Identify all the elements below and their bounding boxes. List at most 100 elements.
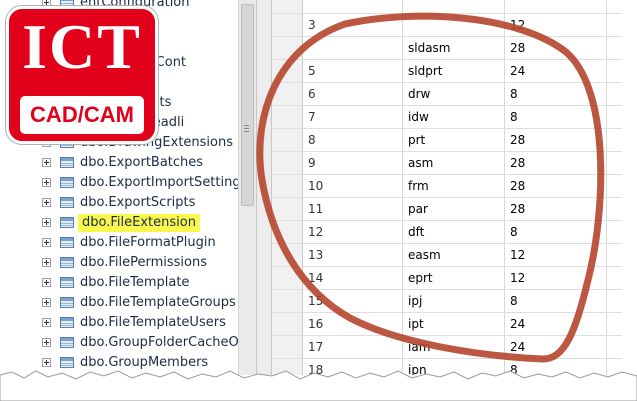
expand-plus-icon[interactable] <box>42 298 51 307</box>
page-torn-edge <box>0 370 637 401</box>
row-number: 15 <box>308 294 324 308</box>
extension-cell: sldasm <box>408 41 451 55</box>
row-number: 13 <box>308 248 324 262</box>
value-cell: 8 <box>510 225 518 239</box>
table-icon <box>60 177 74 188</box>
row-number: 11 <box>308 202 324 216</box>
value-cell: 12 <box>510 248 526 262</box>
tree-item-label: dbo.FileTemplateUsers <box>80 315 226 330</box>
table-row[interactable]: 5 sldprt 24 <box>272 59 622 83</box>
expand-plus-icon[interactable] <box>42 178 51 187</box>
table-icon <box>60 257 74 268</box>
tree-item-label: dbo.FilePermissions <box>80 255 208 270</box>
tree-scrollbar-thumb[interactable] <box>241 4 254 206</box>
scroll-grip-line <box>244 131 249 132</box>
expand-plus-icon[interactable] <box>42 278 51 287</box>
expand-plus-icon[interactable] <box>42 358 51 367</box>
expand-plus-icon[interactable] <box>42 258 51 267</box>
extension-cell: ipj <box>408 294 423 308</box>
scroll-grip-line <box>244 125 249 126</box>
table-row[interactable]: 13 easm 12 <box>272 243 622 267</box>
tree-item-label: dbo.GroupFolderCacheOpt <box>80 335 238 350</box>
table-row[interactable]: 9 asm 28 <box>272 151 622 175</box>
table-row[interactable] <box>272 0 622 14</box>
table-icon <box>60 237 74 248</box>
extension-cell: par <box>408 202 428 216</box>
value-cell: 12 <box>510 271 526 285</box>
extension-cell: ipn <box>408 363 427 375</box>
tree-item[interactable]: dbo.ExportBatches <box>0 153 238 173</box>
tree-item-label: dbo.FileTemplateGroups <box>80 295 236 310</box>
table-row[interactable]: 16 ipt 24 <box>272 312 622 336</box>
table-row[interactable]: 3 12 <box>272 13 622 37</box>
table-row[interactable]: sldasm 28 <box>272 36 622 60</box>
table-row[interactable]: 7 idw 8 <box>272 105 622 129</box>
table-icon <box>60 297 74 308</box>
table-row[interactable]: 10 frm 28 <box>272 174 622 198</box>
value-cell: 24 <box>510 64 526 78</box>
extension-cell: asm <box>408 156 434 170</box>
tree-item-label: dbo.FileTemplate <box>80 275 190 290</box>
table-icon <box>60 337 74 348</box>
tree-item-label: dbo.FileFormatPlugin <box>80 235 216 250</box>
table-icon <box>60 317 74 328</box>
tree-item[interactable]: dbo.GroupFolderCacheOpt <box>0 333 238 353</box>
extension-cell: ipt <box>408 317 424 331</box>
expand-plus-icon[interactable] <box>42 338 51 347</box>
tree-item-label: dbo.ExportBatches <box>80 155 204 170</box>
row-number: 18 <box>308 363 324 375</box>
row-number: 12 <box>308 225 324 239</box>
tree-item[interactable]: dbo.FilePermissions <box>0 253 238 273</box>
tree-item-label: dbo.GroupMembers <box>80 355 209 370</box>
tree-item[interactable]: dbo.GroupMembers <box>0 353 238 373</box>
extension-cell: drw <box>408 87 431 101</box>
extension-cell: idw <box>408 110 429 124</box>
extension-cell: iam <box>408 340 431 354</box>
value-cell: 28 <box>510 41 526 55</box>
value-cell: 28 <box>510 133 526 147</box>
expand-plus-icon[interactable] <box>42 158 51 167</box>
table-row[interactable]: 15 ipj 8 <box>272 289 622 313</box>
table-icon <box>60 277 74 288</box>
table-row[interactable]: 18 ipn 8 <box>272 358 622 375</box>
expand-plus-icon[interactable] <box>42 198 51 207</box>
table-row[interactable]: 6 drw 8 <box>272 82 622 106</box>
value-cell: 8 <box>510 363 518 375</box>
value-cell: 12 <box>510 18 526 32</box>
value-cell: 8 <box>510 110 518 124</box>
value-cell: 28 <box>510 179 526 193</box>
extension-cell: eprt <box>408 271 433 285</box>
row-number: 7 <box>308 110 316 124</box>
value-cell: 24 <box>510 340 526 354</box>
value-cell: 28 <box>510 156 526 170</box>
tree-item[interactable]: dbo.ExportImportSettings <box>0 173 238 193</box>
logo-sub-text: CAD/CAM <box>20 96 144 134</box>
tree-item[interactable]: dbo.ExportScripts <box>0 193 238 213</box>
scroll-grip-line <box>244 128 249 129</box>
tree-item[interactable]: dbo.FileTemplate <box>0 273 238 293</box>
tree-item[interactable]: dbo.FileFormatPlugin <box>0 233 238 253</box>
value-cell: 24 <box>510 317 526 331</box>
pane-splitter[interactable] <box>256 0 272 375</box>
table-icon <box>60 157 74 168</box>
results-grid: 3 12 sldasm 28 5 sldprt 24 6 drw 8 7 idw 8 8 prt 28 9 asm… <box>272 0 622 375</box>
row-number: 9 <box>308 156 316 170</box>
table-icon <box>60 217 74 228</box>
row-number: 5 <box>308 64 316 78</box>
row-number: 10 <box>308 179 324 193</box>
table-row[interactable]: 17 iam 24 <box>272 335 622 359</box>
table-row[interactable]: 8 prt 28 <box>272 128 622 152</box>
expand-plus-icon[interactable] <box>42 318 51 327</box>
table-row[interactable]: 12 dft 8 <box>272 220 622 244</box>
tree-item-label: dbo.FileExtension <box>78 214 200 232</box>
table-row[interactable]: 11 par 28 <box>272 197 622 221</box>
tree-item[interactable]: dbo.FileExtension <box>0 213 238 233</box>
expand-plus-icon[interactable] <box>42 238 51 247</box>
row-number: 6 <box>308 87 316 101</box>
expand-plus-icon[interactable] <box>42 218 51 227</box>
table-row[interactable]: 14 eprt 12 <box>272 266 622 290</box>
tree-item[interactable]: dbo.FileTemplateGroups <box>0 293 238 313</box>
tree-item[interactable]: dbo.FileTemplateUsers <box>0 313 238 333</box>
row-number: 14 <box>308 271 324 285</box>
value-cell: 28 <box>510 202 526 216</box>
